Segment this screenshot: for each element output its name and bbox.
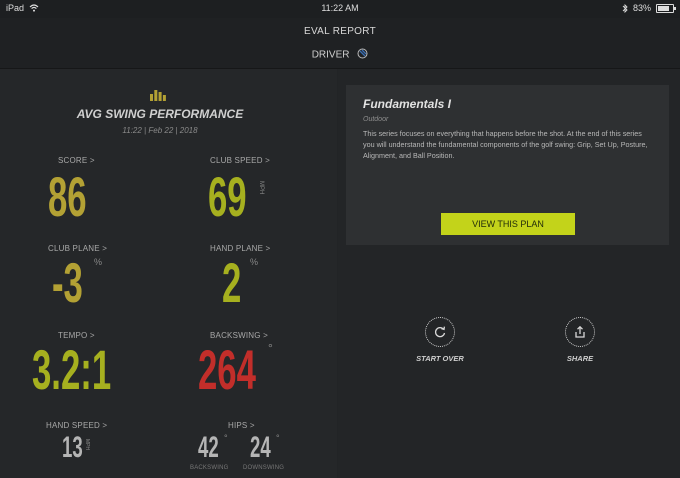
club-speed-unit: MPH bbox=[258, 181, 264, 195]
hips-backswing-unit: ° bbox=[224, 433, 228, 443]
hips-downswing-caption: DOWNSWING bbox=[243, 465, 285, 471]
club-speed-label[interactable]: CLUB SPEED > bbox=[210, 156, 270, 165]
status-bar: iPad 11:22 AM 83% bbox=[0, 0, 680, 18]
tempo-value: 3.2:1 bbox=[32, 338, 112, 401]
score-label[interactable]: SCORE > bbox=[58, 156, 95, 165]
score-value: 86 bbox=[48, 165, 87, 228]
club-plane-value: -3 bbox=[52, 251, 83, 314]
view-plan-button[interactable]: VIEW THIS PLAN bbox=[441, 213, 575, 235]
plan-subtitle: Outdoor bbox=[363, 116, 389, 123]
hand-speed-value: 13 bbox=[62, 431, 83, 464]
page-title: EVAL REPORT bbox=[303, 26, 377, 37]
hand-plane-value: 2 bbox=[222, 251, 242, 314]
club-selector[interactable]: DRIVER bbox=[0, 48, 680, 62]
status-right: 83% bbox=[622, 3, 676, 13]
bar-chart-icon bbox=[150, 88, 166, 106]
club-plane-unit: % bbox=[94, 257, 103, 267]
golf-ball-icon bbox=[357, 48, 368, 62]
hand-plane-unit: % bbox=[250, 257, 259, 267]
hips-downswing-value: 24 bbox=[250, 431, 271, 464]
share-icon bbox=[575, 325, 585, 338]
performance-title: AVG SWING PERFORMANCE bbox=[76, 107, 244, 121]
battery-icon bbox=[656, 3, 676, 13]
hand-speed-label[interactable]: HAND SPEED > bbox=[46, 421, 107, 430]
hips-backswing-caption: BACKSWING bbox=[190, 465, 229, 471]
bluetooth-icon bbox=[622, 3, 628, 13]
hand-speed-unit: MPH bbox=[84, 439, 90, 451]
backswing-unit: ° bbox=[268, 341, 273, 355]
hips-label[interactable]: HIPS > bbox=[228, 421, 255, 430]
plan-description: This series focuses on everything that h… bbox=[363, 129, 648, 160]
plan-card: Fundamentals I Outdoor This series focus… bbox=[346, 85, 669, 245]
plan-title: Fundamentals I bbox=[363, 97, 452, 111]
performance-panel: AVG SWING PERFORMANCE 11:22 | Feb 22 | 2… bbox=[0, 69, 337, 478]
share-label[interactable]: SHARE bbox=[540, 354, 620, 363]
restart-icon bbox=[434, 326, 446, 338]
status-time: 11:22 AM bbox=[321, 3, 359, 13]
club-label: DRIVER bbox=[311, 49, 350, 61]
performance-date: 11:22 | Feb 22 | 2018 bbox=[122, 126, 198, 135]
hips-backswing-value: 42 bbox=[198, 431, 219, 464]
start-over-button[interactable] bbox=[425, 317, 455, 347]
club-speed-value: 69 bbox=[208, 165, 247, 228]
hips-downswing-unit: ° bbox=[276, 433, 280, 443]
share-button[interactable] bbox=[565, 317, 595, 347]
battery-percent: 83% bbox=[632, 3, 651, 13]
start-over-label[interactable]: START OVER bbox=[400, 354, 480, 363]
header: EVAL REPORT DRIVER bbox=[0, 18, 680, 69]
backswing-value: 264 bbox=[198, 338, 256, 401]
